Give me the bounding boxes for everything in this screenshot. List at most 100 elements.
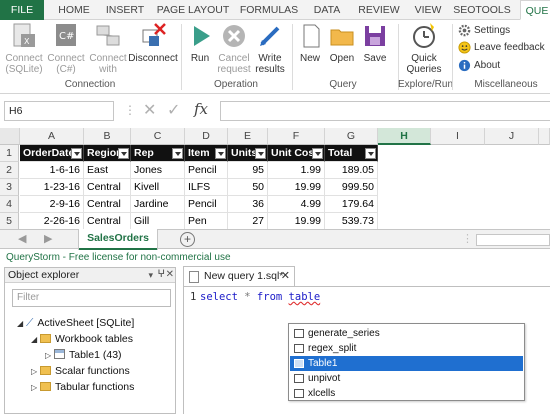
new-query-button[interactable]: New [297, 22, 323, 64]
tree-item-tabular-functions[interactable]: ▷ Tabular functions [31, 379, 134, 395]
table-cell[interactable]: Gill [131, 213, 185, 230]
table-cell[interactable]: Jones [131, 162, 185, 179]
table-cell[interactable]: Central [84, 179, 131, 196]
table-cell[interactable]: Central [84, 213, 131, 230]
table-header-cell[interactable]: OrderDate [20, 145, 84, 162]
row-header[interactable]: 4 [0, 196, 19, 213]
tree-item-scalar-functions[interactable]: ▷ Scalar functions [31, 363, 130, 379]
autocomplete-item[interactable]: unpivot [290, 371, 523, 386]
table-cell[interactable]: 95 [228, 162, 268, 179]
enter-formula-icon[interactable]: ✓ [167, 100, 180, 120]
table-cell[interactable]: Jardine [131, 196, 185, 213]
add-sheet-icon[interactable]: + [180, 232, 195, 247]
sheet-splitter-grip-icon[interactable]: ⋮ [462, 232, 473, 245]
autocomplete-item[interactable]: xlcells [290, 386, 523, 401]
table-cell[interactable]: Pencil [185, 196, 228, 213]
collapsed-triangle-icon[interactable]: ▷ [31, 364, 40, 380]
table-cell[interactable]: 4.99 [268, 196, 325, 213]
table-cell[interactable]: 27 [228, 213, 268, 230]
column-header[interactable]: C [131, 128, 185, 145]
connect-sqlite-button[interactable]: X Connect (SQLite) [4, 22, 44, 75]
table-cell[interactable]: ILFS [185, 179, 228, 196]
panel-menu-icon[interactable]: ▾ [148, 268, 153, 282]
filter-dropdown-icon[interactable] [215, 148, 226, 159]
tree-item-workbook-tables[interactable]: ◢ Workbook tables [31, 331, 133, 347]
table-cell[interactable]: 539.73 [325, 213, 378, 230]
table-cell[interactable]: East [84, 162, 131, 179]
table-cell[interactable]: 189.05 [325, 162, 378, 179]
sheet-next-arrow-icon[interactable]: ▶ [44, 232, 52, 245]
cancel-formula-icon[interactable]: ✕ [143, 100, 156, 120]
pin-icon[interactable]: ⵖ [157, 268, 165, 282]
autocomplete-item-selected[interactable]: Table1 [290, 356, 523, 371]
collapsed-triangle-icon[interactable]: ▷ [45, 348, 54, 364]
table-cell[interactable]: 19.99 [268, 179, 325, 196]
column-header[interactable]: G [325, 128, 378, 145]
horizontal-scrollbar[interactable] [476, 234, 550, 246]
tab-data[interactable]: DATA [308, 0, 346, 20]
settings-button[interactable]: Settings [458, 23, 510, 39]
table-cell[interactable]: Pencil [185, 162, 228, 179]
expanded-triangle-icon[interactable]: ◢ [17, 316, 26, 332]
tab-insert[interactable]: INSERT [102, 0, 148, 20]
sheet-tab-active[interactable]: SalesOrders [79, 229, 157, 250]
name-box[interactable]: H6 [4, 101, 114, 121]
formula-input[interactable] [220, 101, 550, 121]
table-cell[interactable]: 1.99 [268, 162, 325, 179]
code-line[interactable]: select * from table [200, 291, 320, 303]
code-editor[interactable]: 1 select * from table generate_series re… [183, 286, 550, 414]
column-header[interactable]: D [185, 128, 228, 145]
tab-querystorm[interactable]: QUE [520, 0, 550, 20]
row-header[interactable]: 3 [0, 179, 19, 196]
row-header[interactable]: 1 [0, 145, 19, 162]
sheet-prev-arrow-icon[interactable]: ◀ [18, 232, 26, 245]
table-cell[interactable]: 50 [228, 179, 268, 196]
column-header[interactable]: F [268, 128, 325, 145]
filter-dropdown-icon[interactable] [71, 148, 82, 159]
filter-dropdown-icon[interactable] [312, 148, 323, 159]
connect-csharp-button[interactable]: C# Connect (C#) [46, 22, 86, 75]
close-tab-icon[interactable]: ✕ [281, 267, 290, 286]
table-header-cell[interactable]: Region [84, 145, 131, 162]
table-header-cell[interactable]: Total [325, 145, 378, 162]
column-header[interactable]: E [228, 128, 268, 145]
column-header[interactable]: B [84, 128, 131, 145]
filter-dropdown-icon[interactable] [255, 148, 266, 159]
filter-dropdown-icon[interactable] [365, 148, 376, 159]
editor-tab-new-query[interactable]: New query 1.sql* ✕ [183, 266, 295, 286]
quick-queries-button[interactable]: Quick Queries [404, 22, 444, 75]
table-cell[interactable]: Central [84, 196, 131, 213]
autocomplete-item[interactable]: regex_split [290, 341, 523, 356]
cancel-request-button[interactable]: Cancel request [215, 22, 253, 75]
table-cell[interactable]: 179.64 [325, 196, 378, 213]
row-header[interactable]: 5 [0, 213, 19, 230]
leave-feedback-button[interactable]: Leave feedback [458, 40, 545, 56]
open-button[interactable]: Open [327, 22, 357, 64]
table-cell[interactable]: 1-6-16 [20, 162, 84, 179]
tab-page-layout[interactable]: PAGE LAYOUT [156, 0, 230, 20]
table-cell[interactable]: 19.99 [268, 213, 325, 230]
about-button[interactable]: About [458, 58, 500, 74]
insert-function-button[interactable]: fx [194, 100, 208, 118]
column-header[interactable]: I [431, 128, 485, 145]
table-cell[interactable]: 999.50 [325, 179, 378, 196]
table-cell[interactable]: 1-23-16 [20, 179, 84, 196]
close-icon[interactable]: ✕ [166, 268, 174, 282]
row-header[interactable]: 2 [0, 162, 19, 179]
tab-file[interactable]: FILE [0, 0, 44, 20]
table-cell[interactable]: 2-26-16 [20, 213, 84, 230]
autocomplete-item[interactable]: generate_series [290, 326, 523, 341]
tab-formulas[interactable]: FORMULAS [238, 0, 300, 20]
table-cell[interactable]: Pen [185, 213, 228, 230]
write-results-button[interactable]: Write results [254, 22, 286, 75]
column-header[interactable]: A [20, 128, 84, 145]
table-header-cell[interactable]: Item [185, 145, 228, 162]
filter-dropdown-icon[interactable] [172, 148, 183, 159]
tab-review[interactable]: REVIEW [354, 0, 404, 20]
tree-item-activesheet[interactable]: ◢ ⟋ ActiveSheet [SQLite] [17, 315, 134, 331]
table-header-cell[interactable]: Unit Cost [268, 145, 325, 162]
tab-home[interactable]: HOME [54, 0, 94, 20]
table-header-cell[interactable]: Units [228, 145, 268, 162]
tree-item-table1[interactable]: ▷ Table1 (43) [45, 347, 122, 363]
expanded-triangle-icon[interactable]: ◢ [31, 332, 40, 348]
